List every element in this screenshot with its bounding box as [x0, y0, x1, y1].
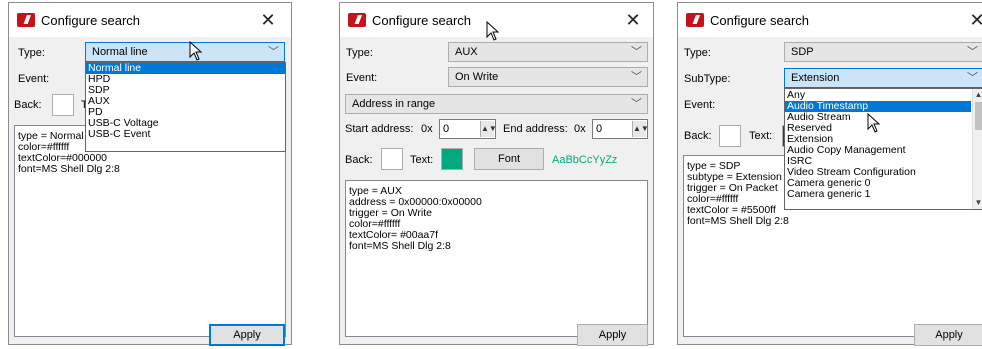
spin-arrows-icon[interactable]: ▲▼ — [480, 121, 497, 137]
dialog-title: Configure search — [372, 13, 471, 28]
type-combobox[interactable]: Normal line ﹀ — [85, 42, 285, 62]
type-label: Type: — [18, 47, 45, 59]
info-line: font=MS Shell Dlg 2:8 — [687, 215, 789, 227]
close-icon[interactable]: ✕ — [257, 9, 279, 31]
end-address-prefix: 0x — [574, 123, 586, 135]
type-dropdown-list: Normal line HPD SDP AUX PD USB-C Voltage… — [85, 62, 286, 152]
back-label: Back: — [684, 130, 712, 142]
dialog-body: Type: SDP ﹀ SubType: Extension ﹀ Event: … — [678, 37, 982, 346]
end-address-value: 0 — [596, 123, 603, 135]
apply-button[interactable]: Apply — [209, 324, 285, 346]
back-label: Back: — [345, 154, 373, 166]
type-combobox[interactable]: AUX ﹀ — [448, 42, 648, 62]
title-bar: /// Configure search ✕ — [9, 3, 291, 37]
type-label: Type: — [346, 47, 373, 59]
apply-button[interactable]: Apply — [577, 324, 648, 346]
info-line: font=MS Shell Dlg 2:8 — [349, 240, 451, 252]
apply-button[interactable]: Apply — [914, 324, 982, 346]
info-line: font=MS Shell Dlg 2:8 — [18, 163, 120, 175]
start-address-prefix: 0x — [421, 123, 433, 135]
app-logo-icon: /// — [17, 13, 35, 27]
text-label: Text: — [749, 130, 773, 142]
text-label: Text: — [410, 154, 434, 166]
chevron-down-icon: ﹀ — [631, 98, 642, 110]
title-bar: /// Configure search ✕ — [678, 3, 982, 37]
type-option[interactable]: AUX — [86, 96, 285, 107]
type-combobox[interactable]: SDP ﹀ — [784, 42, 982, 62]
event-label: Event: — [346, 72, 378, 84]
back-color-swatch[interactable] — [719, 125, 741, 147]
subtype-combobox[interactable]: Extension ﹀ — [784, 68, 982, 88]
type-label: Type: — [684, 47, 711, 59]
scroll-down-icon[interactable]: ▼ — [973, 197, 982, 209]
chevron-down-icon: ﹀ — [631, 71, 642, 83]
subtype-label: SubType: — [684, 73, 731, 85]
type-option[interactable]: USB-C Event — [86, 129, 285, 140]
font-preview: AaBbCcYyZz — [552, 154, 618, 166]
event-label: Event: — [684, 99, 716, 111]
address-mode-value: Address in range — [352, 98, 436, 110]
chevron-down-icon: ﹀ — [268, 46, 279, 58]
event-label: Event: — [18, 73, 50, 85]
subtype-option[interactable]: Camera generic 1 — [785, 189, 971, 200]
app-logo-icon: /// — [686, 13, 704, 27]
type-value: AUX — [455, 46, 478, 58]
end-address-label: End address: — [503, 123, 568, 135]
start-address-value: 0 — [443, 123, 450, 135]
chevron-down-icon: ﹀ — [967, 46, 978, 58]
configure-search-dialog-sdp: /// Configure search ✕ Type: SDP ﹀ SubTy… — [677, 2, 982, 346]
dropdown-scrollbar[interactable]: ▲ ▼ — [972, 89, 982, 209]
address-mode-combobox[interactable]: Address in range ﹀ — [345, 94, 648, 114]
configure-search-dialog-aux: /// Configure search ✕ Type: AUX ﹀ Event… — [339, 2, 654, 346]
dialog-title: Configure search — [41, 13, 140, 28]
mouse-pointer-icon — [189, 41, 203, 61]
chevron-down-icon: ﹀ — [631, 46, 642, 58]
subtype-value: Extension — [791, 72, 840, 84]
search-info-box: type = Normal line color=#ffffff textCol… — [14, 125, 286, 337]
dialog-body: Type: AUX ﹀ Event: On Write ﹀ Address in… — [340, 37, 653, 346]
start-address-input[interactable]: 0 ▲▼ — [439, 119, 497, 139]
mouse-pointer-icon — [486, 21, 500, 41]
back-label: Back: — [14, 99, 42, 111]
configure-search-dialog-normal-line: /// Configure search ✕ Type: Normal line… — [8, 2, 292, 346]
app-logo-icon: /// — [348, 13, 366, 27]
close-icon[interactable]: ✕ — [966, 9, 982, 31]
type-option[interactable]: SDP — [86, 85, 285, 96]
chevron-down-icon: ﹀ — [967, 72, 978, 84]
font-button[interactable]: Font — [474, 148, 544, 170]
type-option[interactable]: HPD — [86, 74, 285, 85]
scroll-thumb[interactable] — [975, 102, 982, 130]
type-value: SDP — [791, 46, 814, 58]
dialog-title: Configure search — [710, 13, 809, 28]
close-icon[interactable]: ✕ — [622, 9, 644, 31]
type-value: Normal line — [92, 46, 148, 58]
mouse-pointer-icon — [867, 113, 881, 133]
type-option[interactable]: Normal line — [86, 63, 285, 74]
search-info-box: type = AUX address = 0x00000:0x00000 tri… — [345, 180, 648, 337]
subtype-option[interactable]: Audio Copy Management — [785, 145, 971, 156]
spin-arrows-icon[interactable]: ▲▼ — [632, 121, 649, 137]
back-color-swatch[interactable] — [52, 94, 74, 116]
back-color-swatch[interactable] — [381, 148, 403, 170]
subtype-dropdown-list: Any Audio Timestamp Audio Stream Reserve… — [784, 88, 982, 210]
scroll-up-icon[interactable]: ▲ — [973, 89, 982, 101]
event-combobox[interactable]: On Write ﹀ — [448, 67, 648, 87]
start-address-label: Start address: — [345, 123, 414, 135]
dialog-body: Type: Normal line ﹀ Event: Back: T type … — [9, 37, 291, 346]
text-color-swatch[interactable] — [441, 148, 463, 170]
event-value: On Write — [455, 71, 499, 83]
end-address-input[interactable]: 0 ▲▼ — [592, 119, 649, 139]
